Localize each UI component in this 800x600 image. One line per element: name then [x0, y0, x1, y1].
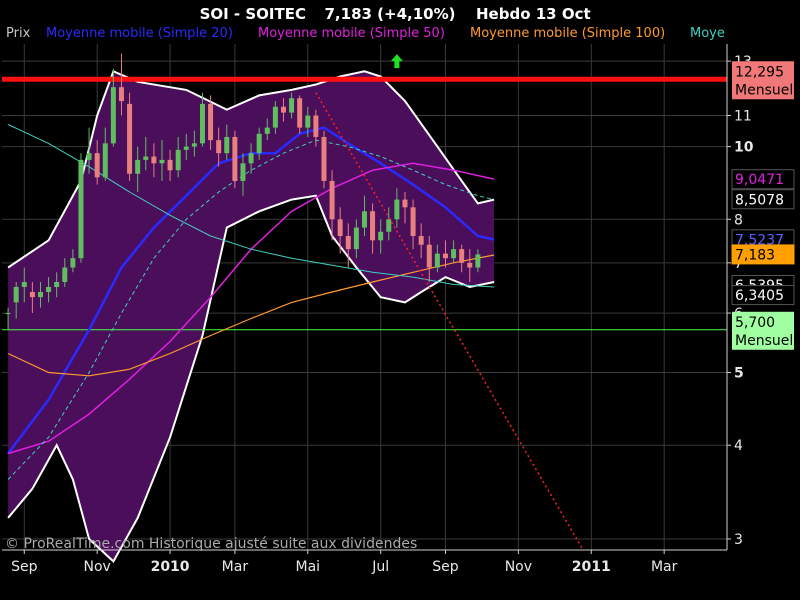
chart-title-ticker: SOI - SOITEC: [200, 5, 306, 23]
candle-body: [378, 231, 384, 241]
y-tick-label: 8: [734, 212, 743, 228]
candle-body: [151, 156, 157, 164]
chart-window: SOI - SOITEC 7,183 (+4,10%) Hebdo 13 Oct…: [0, 0, 800, 600]
value-tag-label: 9,0471: [735, 172, 784, 188]
x-tick-label: Sep: [11, 559, 38, 575]
x-tick-label: Jul: [371, 559, 389, 575]
legend-item-sma20: Moyenne mobile (Simple 20): [46, 26, 233, 41]
y-tick-label: 11: [734, 109, 752, 125]
candle-body: [159, 159, 165, 164]
candle-body: [29, 292, 35, 298]
support-tag-period: Mensuel: [735, 333, 793, 349]
candle-body: [361, 211, 367, 228]
candle-body: [459, 249, 465, 263]
candle-body: [434, 253, 440, 268]
y-tick-label: 3: [734, 532, 743, 548]
candle-body: [402, 199, 408, 208]
candle-body: [232, 136, 238, 181]
value-tag-label: 7,183: [735, 247, 775, 263]
candle-body: [256, 133, 262, 154]
y-tick-label: 4: [734, 438, 743, 454]
candle-body: [329, 180, 335, 220]
candle-body: [175, 149, 181, 171]
footer-copyright: © ProRealTime.com Historique ajusté suit…: [5, 536, 417, 552]
legend-item-sma100: Moyenne mobile (Simple 100): [470, 26, 665, 41]
candle-body: [62, 267, 68, 283]
x-tick-label: Nov: [505, 559, 532, 575]
y-tick-label: 10: [734, 140, 754, 156]
candle-body: [353, 227, 359, 250]
value-tag-label: 8,5078: [735, 192, 784, 208]
value-tag-label: 6,3405: [735, 288, 784, 304]
x-tick-label: 2011: [572, 559, 611, 575]
legend-item-prix: Prix: [6, 26, 31, 41]
price-chart[interactable]: SOI - SOITEC 7,183 (+4,10%) Hebdo 13 Oct…: [0, 0, 800, 600]
candle-body: [208, 103, 214, 141]
y-tick-label: 5: [734, 365, 744, 381]
candle-body: [167, 159, 173, 171]
candle-body: [216, 140, 222, 154]
x-tick-label: Sep: [432, 559, 459, 575]
candle-body: [135, 159, 141, 174]
resistance-tag-period: Mensuel: [735, 82, 793, 98]
support-tag-value: 5,700: [735, 315, 775, 331]
candle-body: [13, 286, 19, 303]
candle-body: [370, 211, 376, 241]
candle-body: [224, 136, 230, 154]
candle-body: [386, 219, 392, 232]
candle-body: [426, 244, 432, 268]
candle-body: [240, 163, 246, 181]
candle-body: [37, 292, 43, 298]
candle-body: [337, 219, 343, 237]
candle-body: [313, 115, 319, 137]
candle-body: [442, 253, 448, 259]
candle-body: [199, 103, 205, 144]
candle-body: [264, 127, 270, 134]
candle-body: [78, 159, 84, 259]
candle-body: [118, 87, 124, 102]
candle-body: [191, 143, 197, 147]
x-tick-label: Nov: [84, 559, 111, 575]
candle-body: [21, 282, 27, 287]
candle-body: [127, 103, 133, 174]
x-tick-label: Mar: [651, 559, 678, 575]
candle-body: [394, 199, 400, 220]
legend-item-ma-truncated: Moye: [690, 26, 725, 41]
chart-period-date: Hebdo 13 Oct: [476, 5, 591, 23]
candle-body: [345, 236, 351, 250]
candle-body: [54, 282, 60, 287]
candle-body: [102, 143, 108, 178]
candle-body: [475, 254, 481, 268]
candle-body: [46, 286, 52, 293]
candle-body: [5, 313, 11, 315]
chart-price-change: 7,183 (+4,10%): [325, 5, 456, 23]
candle-body: [297, 98, 303, 128]
candle-body: [451, 249, 457, 259]
candle-body: [280, 106, 286, 113]
x-tick-label: Mai: [295, 559, 320, 575]
candle-body: [70, 258, 76, 268]
candle-body: [183, 146, 189, 150]
candle-body: [321, 136, 327, 181]
candle-body: [289, 98, 295, 113]
resistance-tag-value: 12,295: [735, 64, 784, 80]
candle-body: [305, 115, 311, 128]
candle-body: [86, 153, 92, 160]
candle-body: [410, 207, 416, 237]
candle-body: [248, 153, 254, 164]
legend-item-sma50: Moyenne mobile (Simple 50): [258, 26, 445, 41]
candle-body: [94, 153, 100, 178]
x-tick-label: 2010: [151, 559, 190, 575]
candle-body: [418, 236, 424, 245]
candle-body: [467, 262, 473, 268]
legend: Prix Moyenne mobile (Simple 20) Moyenne …: [6, 26, 725, 41]
x-tick-label: Mar: [222, 559, 249, 575]
candle-body: [143, 156, 149, 160]
candle-body: [272, 106, 278, 128]
candle-body: [110, 87, 116, 144]
